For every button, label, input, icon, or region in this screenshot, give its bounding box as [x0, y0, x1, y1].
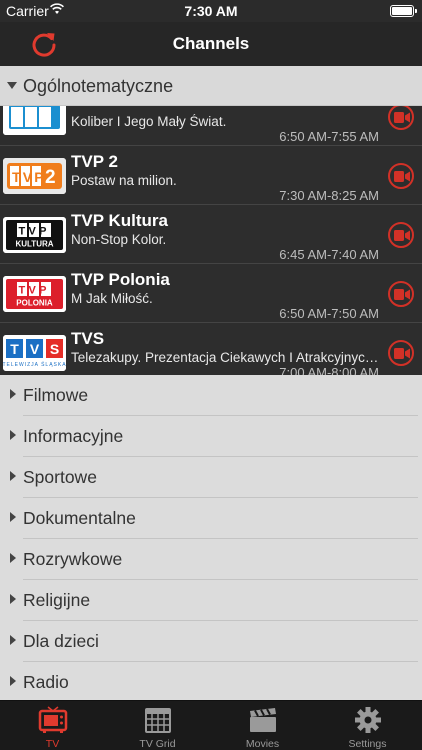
svg-text:TVP: TVP [19, 226, 50, 238]
show-time: 7:00 AM-8:00 AM [279, 365, 379, 375]
show-time: 7:30 AM-8:25 AM [279, 188, 379, 203]
category-label: Informacyjne [23, 426, 124, 446]
video-camera-icon [394, 112, 410, 123]
category-filmowe[interactable]: Filmowe [0, 375, 422, 416]
category-label: Filmowe [23, 385, 89, 405]
chevron-right-icon [10, 389, 16, 399]
svg-text:S: S [50, 341, 59, 357]
tab-tv[interactable]: TV [0, 701, 105, 750]
video-camera-icon [394, 348, 410, 359]
channel-row[interactable]: T V S TELEWIZJA ŚLĄSKA TVS Telezakupy. P… [0, 323, 422, 375]
chevron-right-icon [10, 594, 16, 604]
record-button[interactable] [388, 106, 414, 130]
gear-icon [355, 707, 381, 733]
show-title: Telezakupy. Prezentacja Ciekawych I Atra… [71, 350, 381, 365]
video-camera-icon [394, 171, 410, 182]
tv-icon [38, 706, 68, 733]
category-label: Ogólnotematyczne [23, 76, 174, 96]
category-dokumentalne[interactable]: Dokumentalne [0, 498, 422, 539]
tvp-kultura-logo: TVP KULTURA [3, 217, 66, 253]
chevron-right-icon [10, 430, 16, 440]
category-header-ogolnotematyczne[interactable]: Ogólnotematyczne [0, 66, 422, 106]
show-time: 6:50 AM-7:55 AM [279, 129, 379, 144]
category-label: Dla dzieci [23, 631, 99, 651]
svg-text:TELEWIZJA ŚLĄSKA: TELEWIZJA ŚLĄSKA [3, 360, 66, 368]
channel-name: TVP 2 [71, 152, 118, 171]
tab-movies[interactable]: Movies [210, 701, 315, 750]
grid-icon [145, 708, 171, 733]
category-rozrywkowe[interactable]: Rozrywkowe [0, 539, 422, 580]
chevron-right-icon [10, 676, 16, 686]
navigation-bar: Channels [0, 22, 422, 66]
category-dla-dzieci[interactable]: Dla dzieci [0, 621, 422, 662]
category-list: Filmowe Informacyjne Sportowe Dokumental… [0, 375, 422, 700]
channel-row[interactable]: Koliber I Jego Mały Świat. 6:50 AM-7:55 … [0, 106, 422, 146]
record-button[interactable] [388, 281, 414, 307]
battery-icon [390, 5, 417, 17]
category-label: Sportowe [23, 467, 97, 487]
channel-name: TVP Kultura [71, 211, 168, 230]
category-religijne[interactable]: Religijne [0, 580, 422, 621]
record-button[interactable] [388, 340, 414, 366]
chevron-right-icon [10, 635, 16, 645]
tvs-logo: T V S TELEWIZJA ŚLĄSKA [3, 335, 66, 371]
video-camera-icon [394, 230, 410, 241]
show-title: Non-Stop Kolor. [71, 232, 167, 247]
channel-name: TVS [71, 329, 105, 348]
chevron-right-icon [10, 512, 16, 522]
tab-tv-grid[interactable]: TV Grid [105, 701, 210, 750]
record-button[interactable] [388, 222, 414, 248]
record-button[interactable] [388, 163, 414, 189]
page-title: Channels [172, 34, 250, 53]
category-informacyjne[interactable]: Informacyjne [0, 416, 422, 457]
show-title: M Jak Miłość. [71, 291, 153, 306]
status-bar: Carrier 7:30 AM [0, 0, 422, 22]
tab-label: Movies [245, 738, 280, 750]
tab-label: TV [45, 738, 60, 750]
category-label: Religijne [23, 590, 91, 610]
category-label: Rozrywkowe [23, 549, 123, 569]
svg-text:KULTURA: KULTURA [15, 240, 53, 249]
chevron-right-icon [10, 471, 16, 481]
svg-text:TVP: TVP [12, 169, 46, 185]
show-time: 6:50 AM-7:50 AM [279, 306, 379, 321]
tab-label: Settings [348, 738, 387, 750]
category-label: Radio [23, 672, 69, 692]
tvp2-logo: TVP 2 [3, 158, 66, 194]
video-camera-icon [394, 289, 410, 300]
svg-text:T: T [10, 341, 19, 357]
app-screen: Carrier 7:30 AM Channels Ogólnotematyczn… [0, 0, 422, 750]
clapperboard-icon [250, 708, 276, 732]
channel-name: TVP Polonia [71, 270, 170, 289]
category-radio[interactable]: Radio [0, 662, 422, 703]
channel-row[interactable]: TVP KULTURA TVP Kultura Non-Stop Kolor. … [0, 205, 422, 264]
tab-label: TV Grid [139, 738, 176, 750]
tab-settings[interactable]: Settings [315, 701, 420, 750]
channel-list: Koliber I Jego Mały Świat. 6:50 AM-7:55 … [0, 106, 422, 375]
channel-row[interactable]: TVP POLONIA TVP Polonia M Jak Miłość. 6:… [0, 264, 422, 323]
tvp1-logo [3, 106, 66, 135]
svg-text:TVP: TVP [19, 285, 50, 297]
show-title: Koliber I Jego Mały Świat. [71, 114, 227, 129]
status-time: 7:30 AM [184, 3, 238, 19]
svg-text:2: 2 [45, 167, 56, 188]
svg-text:V: V [30, 341, 40, 357]
tab-bar: TV TV Grid Movies Settings [0, 700, 422, 750]
chevron-down-icon [7, 82, 17, 89]
category-sportowe[interactable]: Sportowe [0, 457, 422, 498]
tvp-polonia-logo: TVP POLONIA [3, 276, 66, 312]
chevron-right-icon [10, 553, 16, 563]
show-time: 6:45 AM-7:40 AM [279, 247, 379, 262]
show-title: Postaw na milion. [71, 173, 177, 188]
category-label: Dokumentalne [23, 508, 136, 528]
channel-row[interactable]: TVP 2 TVP 2 Postaw na milion. 7:30 AM-8:… [0, 146, 422, 205]
svg-text:POLONIA: POLONIA [16, 299, 53, 308]
